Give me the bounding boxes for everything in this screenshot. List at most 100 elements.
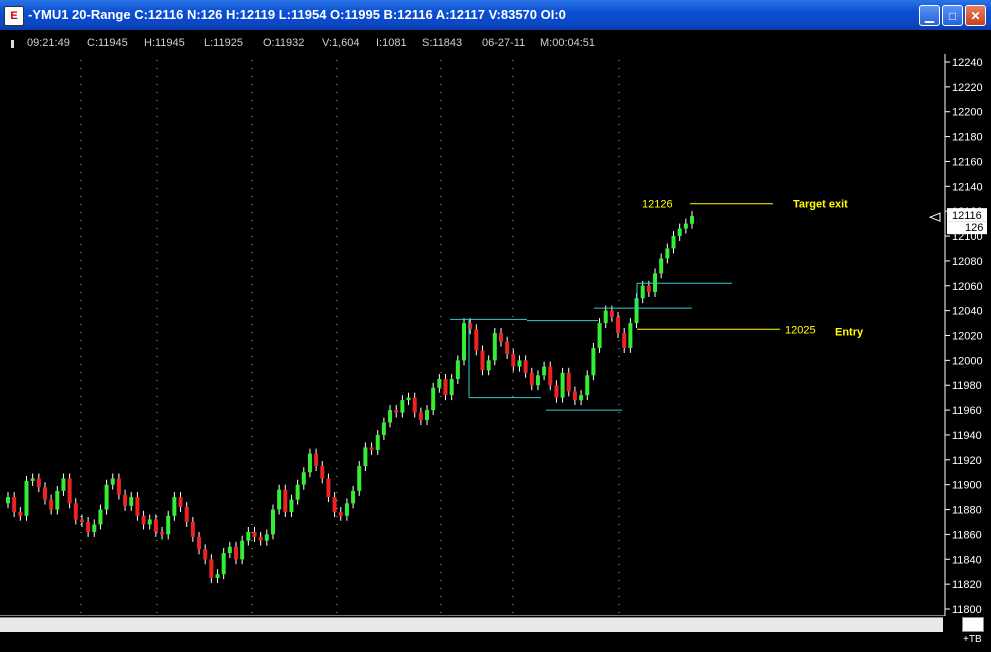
candle-body <box>42 487 47 500</box>
candle-body <box>548 366 553 386</box>
candle-body <box>234 546 238 560</box>
candle-body <box>153 519 158 532</box>
scroll-box[interactable] <box>962 617 984 632</box>
y-tick-label: 12160 <box>952 156 983 168</box>
candle-body <box>443 379 448 396</box>
y-tick-label: 12040 <box>952 306 983 318</box>
candle-body <box>523 360 528 373</box>
candle-body <box>566 372 571 392</box>
candle-body <box>73 503 78 520</box>
candle-body <box>129 497 134 506</box>
y-tick-label: 11920 <box>952 455 982 467</box>
y-tick-label: 12060 <box>952 281 983 293</box>
y-tick-label: 11980 <box>952 380 982 392</box>
candle-body <box>18 512 23 516</box>
y-tick-label: 11880 <box>952 505 982 517</box>
candle-body <box>665 248 670 259</box>
candle-body <box>517 360 522 367</box>
candle-body <box>258 536 263 541</box>
candle-body <box>277 489 282 510</box>
candle-body <box>160 531 165 535</box>
y-tick-label: 11900 <box>952 480 982 492</box>
candle-body <box>492 333 497 361</box>
candle-body <box>30 478 35 481</box>
candle-body <box>55 490 60 510</box>
candle-body <box>6 497 10 504</box>
candle-body <box>351 490 356 504</box>
candle-body <box>554 385 559 398</box>
candle-body <box>597 323 602 348</box>
candle-body <box>24 480 29 516</box>
candle-body <box>560 372 565 398</box>
candle-body <box>326 478 331 498</box>
candle-body <box>449 379 454 396</box>
candle-body <box>455 360 460 380</box>
y-tick-label: 12020 <box>952 331 983 343</box>
candle-body <box>425 410 430 421</box>
candle-body <box>603 310 608 324</box>
candle-body <box>375 434 380 450</box>
candle-body <box>295 484 300 500</box>
candle-body <box>178 497 183 508</box>
candle-body <box>49 499 54 510</box>
candle-body <box>289 499 294 513</box>
candle-body <box>622 333 627 348</box>
y-tick-label: 11820 <box>952 579 982 591</box>
target-exit-price: 12126 <box>642 199 673 211</box>
candle-body <box>246 531 251 541</box>
candle-body <box>690 216 694 224</box>
candle-body <box>616 316 621 334</box>
candle-body <box>474 329 479 351</box>
last-price-label: 12116 <box>952 210 982 222</box>
candle-body <box>344 503 349 516</box>
candle-body <box>270 509 275 535</box>
candle-body <box>252 531 257 537</box>
target-exit-label: Target exit <box>793 199 848 211</box>
candle-body <box>572 391 577 401</box>
candle-body <box>61 478 66 491</box>
candle-body <box>535 375 540 386</box>
candle-body <box>264 534 269 541</box>
candle-body <box>462 323 466 361</box>
candle-body <box>646 285 651 292</box>
entry-label: Entry <box>835 326 864 338</box>
candle-body <box>203 549 208 560</box>
candle-body <box>671 236 676 249</box>
candle-body <box>135 497 140 516</box>
candle-body <box>363 447 368 467</box>
candle-body <box>320 466 325 479</box>
candle-body <box>542 366 547 376</box>
candle-body <box>579 395 584 401</box>
y-tick-label: 12240 <box>952 57 983 69</box>
candle-body <box>301 472 306 485</box>
candle-body <box>307 453 312 473</box>
y-tick-label: 12220 <box>952 82 983 94</box>
candle-body <box>628 323 633 348</box>
candle-body <box>480 350 485 371</box>
time-button[interactable]: +TB <box>963 634 982 645</box>
horizontal-scrollbar[interactable] <box>0 617 943 632</box>
candle-body <box>381 422 386 435</box>
candle-body <box>388 410 393 423</box>
candle-body <box>659 258 664 274</box>
y-tick-label: 12000 <box>952 355 983 367</box>
candle-body <box>653 273 658 292</box>
candle-body <box>283 489 288 513</box>
price-chart[interactable]: 1224012220122001218012160121401212012100… <box>0 0 991 652</box>
candle-body <box>406 397 411 401</box>
candle-body <box>172 497 177 516</box>
candle-body <box>123 494 128 506</box>
y-tick-label: 12180 <box>952 132 983 144</box>
candle-body <box>505 341 510 355</box>
candle-body <box>98 509 103 525</box>
candle-body <box>529 372 534 386</box>
candle-body <box>511 354 516 367</box>
candle-body <box>67 478 72 504</box>
candle-body <box>498 333 503 342</box>
candle-body <box>215 574 220 578</box>
candle-body <box>147 519 152 525</box>
candle-body <box>166 515 171 535</box>
candle-body <box>591 347 596 376</box>
y-tick-label: 12140 <box>952 181 983 193</box>
candle-body <box>400 400 405 413</box>
